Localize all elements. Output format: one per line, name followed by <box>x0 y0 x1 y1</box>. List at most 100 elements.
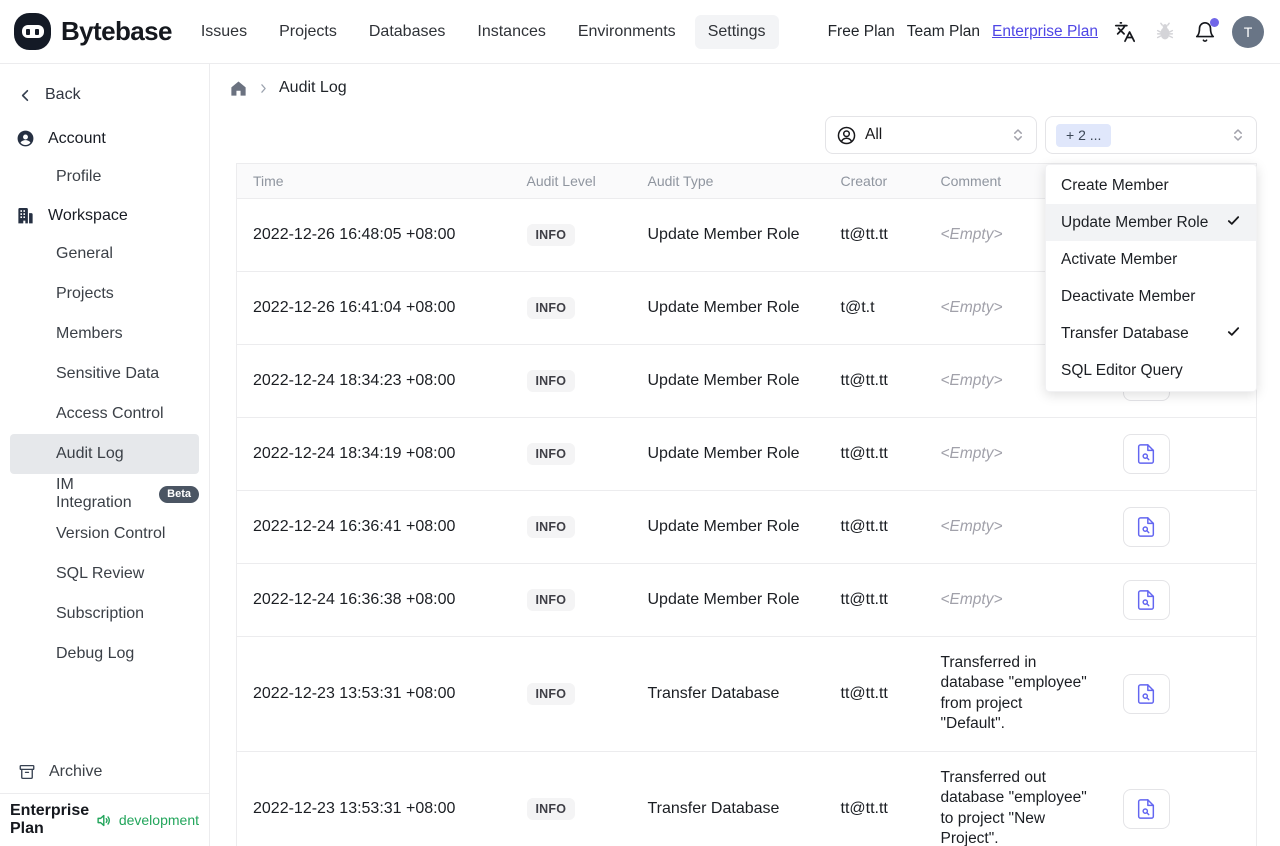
sidebar-item-label: Debug Log <box>56 645 135 662</box>
bug-report-icon[interactable] <box>1152 19 1178 45</box>
current-plan-label: Enterprise Plan <box>10 802 90 837</box>
sidebar-item-access-control[interactable]: Access Control <box>10 394 199 434</box>
plan-link-free-plan[interactable]: Free Plan <box>828 23 895 41</box>
cell-audit-type: Transfer Database <box>631 636 825 752</box>
view-payload-button[interactable] <box>1122 673 1170 714</box>
creator-filter-select[interactable]: All <box>825 116 1037 154</box>
cell-audit-level: INFO <box>510 750 632 846</box>
nav-link-projects[interactable]: Projects <box>266 15 350 49</box>
breadcrumb-current[interactable]: Audit Log <box>279 79 347 97</box>
cell-time: 2022-12-26 16:41:04 +08:00 <box>236 271 511 345</box>
file-search-icon <box>1137 590 1155 610</box>
column-header-time: Time <box>236 163 511 199</box>
sidebar-item-version-control[interactable]: Version Control <box>10 514 199 554</box>
sidebar-item-sensitive-data[interactable]: Sensitive Data <box>10 354 199 394</box>
sidebar-item-label: Version Control <box>56 525 166 542</box>
audit-level-badge: INFO <box>526 297 576 319</box>
nav-link-databases[interactable]: Databases <box>356 15 459 49</box>
view-payload-button[interactable] <box>1122 434 1170 474</box>
nav-links: Issues Projects Databases Instances Environm… <box>188 14 779 49</box>
audit-type-filter-select[interactable]: + 2 ... <box>1045 116 1257 154</box>
menu-item-update-member-role[interactable]: Update Member Role <box>1046 204 1256 241</box>
view-payload-button[interactable] <box>1122 788 1170 829</box>
language-icon[interactable] <box>1112 19 1138 45</box>
audit-level-badge: INFO <box>526 516 576 538</box>
cell-audit-level: INFO <box>510 490 632 564</box>
breadcrumb: Audit Log <box>210 64 1280 102</box>
view-payload-button[interactable] <box>1122 507 1170 547</box>
sidebar-item-label: Sensitive Data <box>56 365 160 382</box>
nav-link-issues[interactable]: Issues <box>188 15 260 49</box>
chevron-left-icon <box>21 89 29 101</box>
sidebar-item-audit-log[interactable]: Audit Log <box>10 434 199 474</box>
home-icon[interactable] <box>228 78 248 98</box>
menu-item-label: Activate Member <box>1061 250 1178 268</box>
sidebar-item-general[interactable]: General <box>10 234 199 274</box>
workspace-icon <box>18 207 33 224</box>
audit-level-badge: INFO <box>526 224 576 246</box>
view-payload-button[interactable] <box>1122 580 1170 620</box>
check-icon <box>1227 215 1240 225</box>
cell-time: 2022-12-24 16:36:41 +08:00 <box>236 490 511 564</box>
menu-item-deactivate-member[interactable]: Deactivate Member <box>1046 278 1256 315</box>
cell-audit-type: Update Member Role <box>631 417 825 491</box>
file-search-icon <box>1137 798 1155 819</box>
column-header-audit-type: Audit Type <box>631 163 825 199</box>
cell-time: 2022-12-24 16:36:38 +08:00 <box>236 563 511 637</box>
sidebar-item-sql-review[interactable]: SQL Review <box>10 554 199 594</box>
chevron-right-icon <box>261 83 266 93</box>
sidebar-item-label: IM Integration <box>56 476 132 511</box>
cell-audit-type: Update Member Role <box>631 563 825 637</box>
filter-row: All + 2 ... Create Member Update Member R… <box>210 116 1257 392</box>
cell-audit-level: INFO <box>510 198 632 272</box>
back-button[interactable]: Back <box>0 78 209 120</box>
sidebar-item-debug-log[interactable]: Debug Log <box>10 634 199 674</box>
sidebar-item-label: General <box>56 245 113 262</box>
bytebase-logo-icon <box>14 13 51 50</box>
settings-sidebar: Back Account Profile Workspace General Pr… <box>0 64 210 846</box>
cell-time: 2022-12-23 13:53:31 +08:00 <box>236 636 511 752</box>
sidebar-item-members[interactable]: Members <box>10 314 199 354</box>
cell-audit-level: INFO <box>510 636 632 752</box>
sidebar-item-profile[interactable]: Profile <box>10 157 199 197</box>
menu-item-create-member[interactable]: Create Member <box>1046 167 1256 204</box>
menu-item-transfer-database[interactable]: Transfer Database <box>1046 315 1256 352</box>
back-label: Back <box>45 86 81 103</box>
nav-link-settings[interactable]: Settings <box>694 14 779 49</box>
archive-label: Archive <box>49 763 103 780</box>
cell-audit-type: Update Member Role <box>631 344 825 418</box>
audit-type-menu: Create Member Update Member Role Activate … <box>1045 164 1257 392</box>
cell-actions <box>1106 750 1257 846</box>
bytebase-logo[interactable]: Bytebase <box>14 13 172 50</box>
cell-time: 2022-12-24 18:34:19 +08:00 <box>236 417 511 491</box>
sidebar-item-im-integration[interactable]: IM Integration Beta <box>10 474 199 514</box>
menu-item-label: SQL Editor Query <box>1061 361 1183 379</box>
file-search-icon <box>1137 444 1155 464</box>
nav-link-environments[interactable]: Environments <box>565 15 689 49</box>
cell-creator: tt@tt.tt <box>824 417 925 491</box>
cell-actions <box>1106 563 1257 637</box>
table-row: 2022-12-23 13:53:31 +08:00 INFO Transfer D… <box>236 636 1257 752</box>
sidebar-section-account: Account <box>0 120 209 157</box>
table-row: 2022-12-24 18:34:19 +08:00 INFO Update Mem… <box>236 417 1257 491</box>
sidebar-item-subscription[interactable]: Subscription <box>10 594 199 634</box>
cell-actions <box>1106 636 1257 752</box>
cell-audit-level: INFO <box>510 344 632 418</box>
table-row: 2022-12-24 16:36:41 +08:00 INFO Update Mem… <box>236 490 1257 564</box>
plan-link-team-plan[interactable]: Team Plan <box>907 23 980 41</box>
cell-actions <box>1106 417 1257 491</box>
cell-comment: <Empty> <box>924 417 1107 491</box>
plan-link-enterprise-plan[interactable]: Enterprise Plan <box>992 23 1098 41</box>
menu-item-label: Transfer Database <box>1061 324 1189 342</box>
sidebar-item-projects[interactable]: Projects <box>10 274 199 314</box>
check-icon-wrap <box>1226 324 1241 344</box>
sidebar-item-label: Members <box>56 325 123 342</box>
avatar[interactable]: T <box>1232 15 1264 48</box>
menu-item-sql-editor-query[interactable]: SQL Editor Query <box>1046 352 1256 389</box>
menu-item-activate-member[interactable]: Activate Member <box>1046 241 1256 278</box>
select-chevrons-icon <box>1010 127 1026 143</box>
notifications-bell-icon[interactable] <box>1192 17 1219 45</box>
sidebar-item-archive[interactable]: Archive <box>0 753 209 793</box>
cell-audit-level: INFO <box>510 563 632 637</box>
nav-link-instances[interactable]: Instances <box>464 15 558 49</box>
